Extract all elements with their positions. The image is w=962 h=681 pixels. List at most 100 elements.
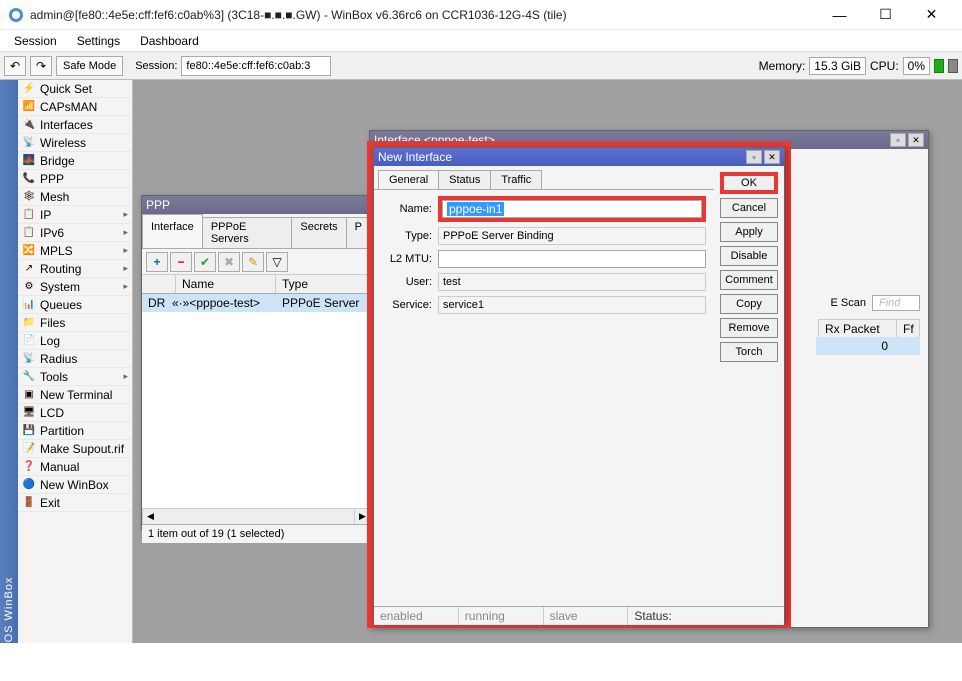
sidebar-item-bridge[interactable]: 🌉 Bridge [18,152,132,170]
menu-settings[interactable]: Settings [69,32,128,50]
led-gray-icon [948,59,958,73]
maximize-button[interactable]: ☐ [863,1,908,29]
sidebar-item-radius[interactable]: 📡Radius [18,350,132,368]
sidebar-item-partition[interactable]: 💾Partition [18,422,132,440]
sidebar-item-new-terminal[interactable]: ▣New Terminal [18,386,132,404]
sidebar-item-ppp[interactable]: 📞PPP [18,170,132,188]
sidebar-item-new-winbox[interactable]: 🔵New WinBox [18,476,132,494]
table-row[interactable]: DR «·»<pppoe-test> PPPoE Server [142,294,370,312]
comment-button[interactable]: ✎ [242,252,264,272]
find-input[interactable]: Find [872,295,920,311]
sidebar-item-routing[interactable]: ↗Routing▸ [18,260,132,278]
sidebar-item-capsman[interactable]: 📶CAPsMAN [18,98,132,116]
ppp-hscroll[interactable]: ◀ ▶ [142,508,370,524]
ni-min-icon[interactable]: ▫ [746,150,762,164]
col-flag[interactable] [142,275,176,293]
remove-button[interactable]: Remove [720,318,778,338]
tab-pppoe-servers[interactable]: PPPoE Servers [202,217,293,248]
rx-value: 0 [816,337,894,355]
sidebar-item-quick-set[interactable]: ⚡Quick Set [18,80,132,98]
filter-button[interactable]: ▽ [266,252,288,272]
cpu-value: 0% [903,57,930,75]
sidebar-item-label: Bridge [40,154,75,168]
mdi-area: PPP Interface PPPoE Servers Secrets P + … [133,80,962,643]
menu-session[interactable]: Session [6,32,65,50]
disable-button[interactable]: ✖ [218,252,240,272]
sidebar-item-ip[interactable]: 📋IP▸ [18,206,132,224]
sidebar-item-mesh[interactable]: 🕸Mesh [18,188,132,206]
iface-min-icon[interactable]: ▫ [890,133,906,147]
sidebar-icon: 📁 [22,316,36,330]
row-type: PPPoE Server [276,294,370,312]
ppp-tabs: Interface PPPoE Servers Secrets P [142,214,370,249]
disable-button[interactable]: Disable [720,246,778,266]
sidebar-item-exit[interactable]: 🚪Exit [18,494,132,512]
sidebar-item-ipv6[interactable]: 📋IPv6▸ [18,224,132,242]
row-name: «·»<pppoe-test> [166,294,276,312]
sidebar-item-make-supout-rif[interactable]: 📝Make Supout.rif [18,440,132,458]
sidebar-item-log[interactable]: 📄Log [18,332,132,350]
undo-button[interactable]: ↶ [4,56,26,76]
user-field: test [438,273,706,291]
ppp-window-title[interactable]: PPP [142,196,370,214]
label-service: Service: [382,299,438,311]
close-button[interactable]: ✕ [909,1,954,29]
chevron-right-icon: ▸ [123,281,128,292]
minimize-button[interactable]: — [817,1,862,29]
col-name[interactable]: Name [176,275,276,293]
sidebar-icon: 🌉 [22,154,36,168]
iface-close-icon[interactable]: ✕ [908,133,924,147]
sidebar-item-tools[interactable]: 🔧Tools▸ [18,368,132,386]
remove-button[interactable]: − [170,252,192,272]
sidebar-icon: 🔧 [22,370,36,384]
tab-general[interactable]: General [378,170,439,189]
sidebar-icon: 📡 [22,136,36,150]
torch-button[interactable]: Torch [720,342,778,362]
scroll-left-icon[interactable]: ◀ [142,509,158,524]
sidebar-icon: ⚡ [22,82,36,96]
sidebar-item-manual[interactable]: ❓Manual [18,458,132,476]
ppp-title-text: PPP [146,198,170,212]
sidebar-item-system[interactable]: ⚙System▸ [18,278,132,296]
ppp-window: PPP Interface PPPoE Servers Secrets P + … [141,195,371,530]
apply-button[interactable]: Apply [720,222,778,242]
escan-label: E Scan [831,297,866,309]
window-title: admin@[fe80::4e5e:cff:fef6:c0ab%3] (3C18… [30,8,817,22]
sidebar-item-files[interactable]: 📁Files [18,314,132,332]
ni-title[interactable]: New Interface ▫ ✕ [374,148,784,166]
ni-title-text: New Interface [378,150,452,164]
service-field: service1 [438,296,706,314]
sidebar-item-label: Wireless [40,136,86,150]
tab-interface[interactable]: Interface [142,214,203,248]
safe-mode-button[interactable]: Safe Mode [56,56,123,76]
session-field[interactable] [181,56,331,76]
sidebar-item-mpls[interactable]: 🔀MPLS▸ [18,242,132,260]
l2mtu-field[interactable] [438,250,706,268]
redo-button[interactable]: ↷ [30,56,52,76]
sidebar-item-label: Radius [40,352,77,366]
tab-traffic[interactable]: Traffic [490,170,542,189]
left-rail: RouterOS WinBox [0,80,18,643]
copy-button[interactable]: Copy [720,294,778,314]
name-field[interactable]: pppoe-in1 [442,200,702,218]
sidebar-item-wireless[interactable]: 📡 Wireless [18,134,132,152]
tab-secrets[interactable]: Secrets [291,217,346,248]
col-type[interactable]: Type [276,275,370,293]
cancel-button[interactable]: Cancel [720,198,778,218]
sidebar-item-queues[interactable]: 📊Queues [18,296,132,314]
sidebar-item-interfaces[interactable]: 🔌Interfaces [18,116,132,134]
comment-button[interactable]: Comment [720,270,778,290]
tab-status[interactable]: Status [438,170,491,189]
ni-close-icon[interactable]: ✕ [764,150,780,164]
main-area: RouterOS WinBox ⚡Quick Set📶CAPsMAN🔌Inter… [0,80,962,643]
sidebar-item-label: Routing [40,262,81,276]
ppp-list[interactable]: DR «·»<pppoe-test> PPPoE Server ◀ ▶ [142,294,370,524]
ok-button[interactable]: OK [720,172,778,194]
app-icon [8,7,24,23]
sidebar-item-lcd[interactable]: 🖥LCD [18,404,132,422]
label-l2mtu: L2 MTU: [382,253,438,265]
add-button[interactable]: + [146,252,168,272]
menu-dashboard[interactable]: Dashboard [132,32,207,50]
chevron-right-icon: ▸ [123,245,128,256]
enable-button[interactable]: ✔ [194,252,216,272]
